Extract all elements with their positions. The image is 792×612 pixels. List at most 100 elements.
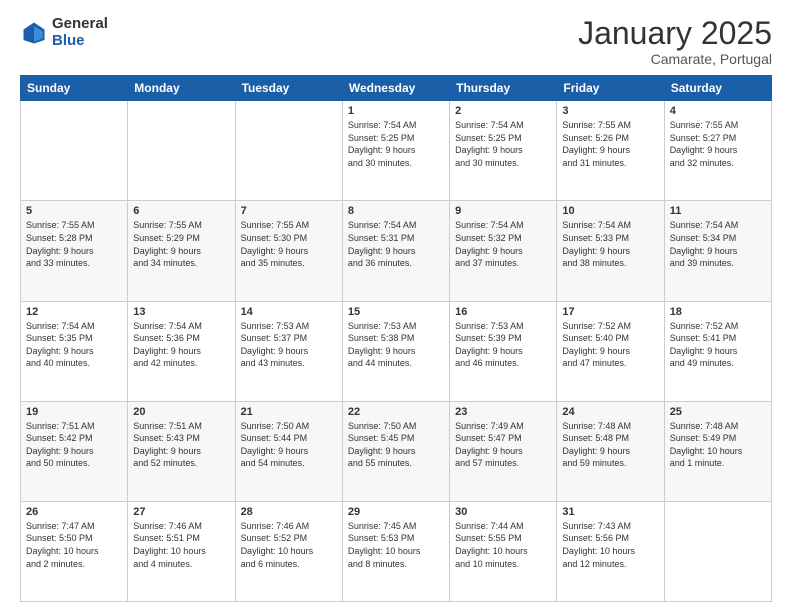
day-number: 18 (670, 306, 766, 318)
day-info: Sunrise: 7:44 AM Sunset: 5:55 PM Dayligh… (455, 520, 551, 570)
day-number: 16 (455, 306, 551, 318)
day-info: Sunrise: 7:53 AM Sunset: 5:37 PM Dayligh… (241, 320, 337, 370)
calendar-cell: 29 Sunrise: 7:45 AM Sunset: 5:53 PM Dayli… (342, 501, 449, 601)
day-info: Sunrise: 7:55 AM Sunset: 5:26 PM Dayligh… (562, 119, 658, 169)
day-number: 20 (133, 406, 229, 418)
calendar-week-row: 26 Sunrise: 7:47 AM Sunset: 5:50 PM Dayli… (21, 501, 772, 601)
calendar-week-row: 19 Sunrise: 7:51 AM Sunset: 5:42 PM Dayli… (21, 401, 772, 501)
logo-text: General Blue (52, 16, 108, 49)
calendar-cell: 3Sunrise: 7:55 AM Sunset: 5:26 PM Daylig… (557, 101, 664, 201)
calendar-cell: 13Sunrise: 7:54 AM Sunset: 5:36 PM Dayli… (128, 301, 235, 401)
day-info: Sunrise: 7:52 AM Sunset: 5:40 PM Dayligh… (562, 320, 658, 370)
logo-general-text: General (52, 16, 108, 33)
day-number: 23 (455, 406, 551, 418)
calendar-cell: 11Sunrise: 7:54 AM Sunset: 5:34 PM Dayli… (664, 201, 771, 301)
day-number: 27 (133, 506, 229, 518)
calendar-cell: 12Sunrise: 7:54 AM Sunset: 5:35 PM Dayli… (21, 301, 128, 401)
day-info: Sunrise: 7:46 AM Sunset: 5:52 PM Dayligh… (241, 520, 337, 570)
day-number: 4 (670, 105, 766, 117)
day-info: Sunrise: 7:50 AM Sunset: 5:45 PM Dayligh… (348, 420, 444, 470)
day-info: Sunrise: 7:47 AM Sunset: 5:50 PM Dayligh… (26, 520, 122, 570)
day-number: 26 (26, 506, 122, 518)
day-info: Sunrise: 7:49 AM Sunset: 5:47 PM Dayligh… (455, 420, 551, 470)
calendar-cell: 20 Sunrise: 7:51 AM Sunset: 5:43 PM Dayli… (128, 401, 235, 501)
day-number: 21 (241, 406, 337, 418)
day-number: 25 (670, 406, 766, 418)
day-info: Sunrise: 7:51 AM Sunset: 5:42 PM Dayligh… (26, 420, 122, 470)
day-info: Sunrise: 7:55 AM Sunset: 5:30 PM Dayligh… (241, 219, 337, 269)
calendar-cell (664, 501, 771, 601)
day-info: Sunrise: 7:53 AM Sunset: 5:38 PM Dayligh… (348, 320, 444, 370)
day-number: 17 (562, 306, 658, 318)
day-info: Sunrise: 7:48 AM Sunset: 5:49 PM Dayligh… (670, 420, 766, 470)
calendar-cell: 4Sunrise: 7:55 AM Sunset: 5:27 PM Daylig… (664, 101, 771, 201)
calendar-cell: 23 Sunrise: 7:49 AM Sunset: 5:47 PM Dayli… (450, 401, 557, 501)
calendar-cell: 26 Sunrise: 7:47 AM Sunset: 5:50 PM Dayli… (21, 501, 128, 601)
calendar-cell: 2Sunrise: 7:54 AM Sunset: 5:25 PM Daylig… (450, 101, 557, 201)
calendar-cell: 1Sunrise: 7:54 AM Sunset: 5:25 PM Daylig… (342, 101, 449, 201)
col-wednesday: Wednesday (342, 76, 449, 101)
calendar-cell: 22 Sunrise: 7:50 AM Sunset: 5:45 PM Dayli… (342, 401, 449, 501)
calendar-cell: 15 Sunrise: 7:53 AM Sunset: 5:38 PM Dayli… (342, 301, 449, 401)
day-number: 13 (133, 306, 229, 318)
col-monday: Monday (128, 76, 235, 101)
day-number: 6 (133, 205, 229, 217)
calendar-cell: 19 Sunrise: 7:51 AM Sunset: 5:42 PM Dayli… (21, 401, 128, 501)
calendar-cell: 6Sunrise: 7:55 AM Sunset: 5:29 PM Daylig… (128, 201, 235, 301)
day-info: Sunrise: 7:54 AM Sunset: 5:33 PM Dayligh… (562, 219, 658, 269)
calendar-week-row: 5Sunrise: 7:55 AM Sunset: 5:28 PM Daylig… (21, 201, 772, 301)
day-number: 22 (348, 406, 444, 418)
col-friday: Friday (557, 76, 664, 101)
day-number: 19 (26, 406, 122, 418)
logo-blue-text: Blue (52, 33, 108, 50)
col-tuesday: Tuesday (235, 76, 342, 101)
day-info: Sunrise: 7:43 AM Sunset: 5:56 PM Dayligh… (562, 520, 658, 570)
day-number: 1 (348, 105, 444, 117)
day-info: Sunrise: 7:46 AM Sunset: 5:51 PM Dayligh… (133, 520, 229, 570)
calendar-cell: 5Sunrise: 7:55 AM Sunset: 5:28 PM Daylig… (21, 201, 128, 301)
calendar-cell: 31 Sunrise: 7:43 AM Sunset: 5:56 PM Dayli… (557, 501, 664, 601)
location-subtitle: Camarate, Portugal (578, 51, 772, 67)
day-number: 29 (348, 506, 444, 518)
page: General Blue January 2025 Camarate, Port… (0, 0, 792, 612)
col-thursday: Thursday (450, 76, 557, 101)
calendar-cell (235, 101, 342, 201)
day-info: Sunrise: 7:50 AM Sunset: 5:44 PM Dayligh… (241, 420, 337, 470)
day-number: 7 (241, 205, 337, 217)
day-info: Sunrise: 7:45 AM Sunset: 5:53 PM Dayligh… (348, 520, 444, 570)
calendar-cell: 27 Sunrise: 7:46 AM Sunset: 5:51 PM Dayli… (128, 501, 235, 601)
calendar-cell: 7 Sunrise: 7:55 AM Sunset: 5:30 PM Daylig… (235, 201, 342, 301)
calendar-cell: 25 Sunrise: 7:48 AM Sunset: 5:49 PM Dayli… (664, 401, 771, 501)
day-number: 31 (562, 506, 658, 518)
day-number: 28 (241, 506, 337, 518)
calendar-header-row: Sunday Monday Tuesday Wednesday Thursday… (21, 76, 772, 101)
title-block: January 2025 Camarate, Portugal (578, 16, 772, 67)
day-number: 11 (670, 205, 766, 217)
calendar-cell (21, 101, 128, 201)
logo: General Blue (20, 16, 108, 49)
day-number: 24 (562, 406, 658, 418)
day-number: 15 (348, 306, 444, 318)
calendar-cell: 10 Sunrise: 7:54 AM Sunset: 5:33 PM Dayli… (557, 201, 664, 301)
day-number: 5 (26, 205, 122, 217)
day-number: 9 (455, 205, 551, 217)
col-sunday: Sunday (21, 76, 128, 101)
day-number: 10 (562, 205, 658, 217)
day-number: 2 (455, 105, 551, 117)
day-info: Sunrise: 7:54 AM Sunset: 5:32 PM Dayligh… (455, 219, 551, 269)
day-info: Sunrise: 7:51 AM Sunset: 5:43 PM Dayligh… (133, 420, 229, 470)
calendar-cell (128, 101, 235, 201)
day-number: 30 (455, 506, 551, 518)
calendar-table: Sunday Monday Tuesday Wednesday Thursday… (20, 75, 772, 602)
calendar-cell: 14Sunrise: 7:53 AM Sunset: 5:37 PM Dayli… (235, 301, 342, 401)
header: General Blue January 2025 Camarate, Port… (20, 16, 772, 67)
calendar-cell: 30 Sunrise: 7:44 AM Sunset: 5:55 PM Dayli… (450, 501, 557, 601)
calendar-cell: 28 Sunrise: 7:46 AM Sunset: 5:52 PM Dayli… (235, 501, 342, 601)
day-info: Sunrise: 7:53 AM Sunset: 5:39 PM Dayligh… (455, 320, 551, 370)
day-info: Sunrise: 7:52 AM Sunset: 5:41 PM Dayligh… (670, 320, 766, 370)
calendar-cell: 21 Sunrise: 7:50 AM Sunset: 5:44 PM Dayli… (235, 401, 342, 501)
calendar-cell: 16 Sunrise: 7:53 AM Sunset: 5:39 PM Dayli… (450, 301, 557, 401)
day-info: Sunrise: 7:54 AM Sunset: 5:35 PM Dayligh… (26, 320, 122, 370)
calendar-cell: 8Sunrise: 7:54 AM Sunset: 5:31 PM Daylig… (342, 201, 449, 301)
calendar-cell: 24Sunrise: 7:48 AM Sunset: 5:48 PM Dayli… (557, 401, 664, 501)
